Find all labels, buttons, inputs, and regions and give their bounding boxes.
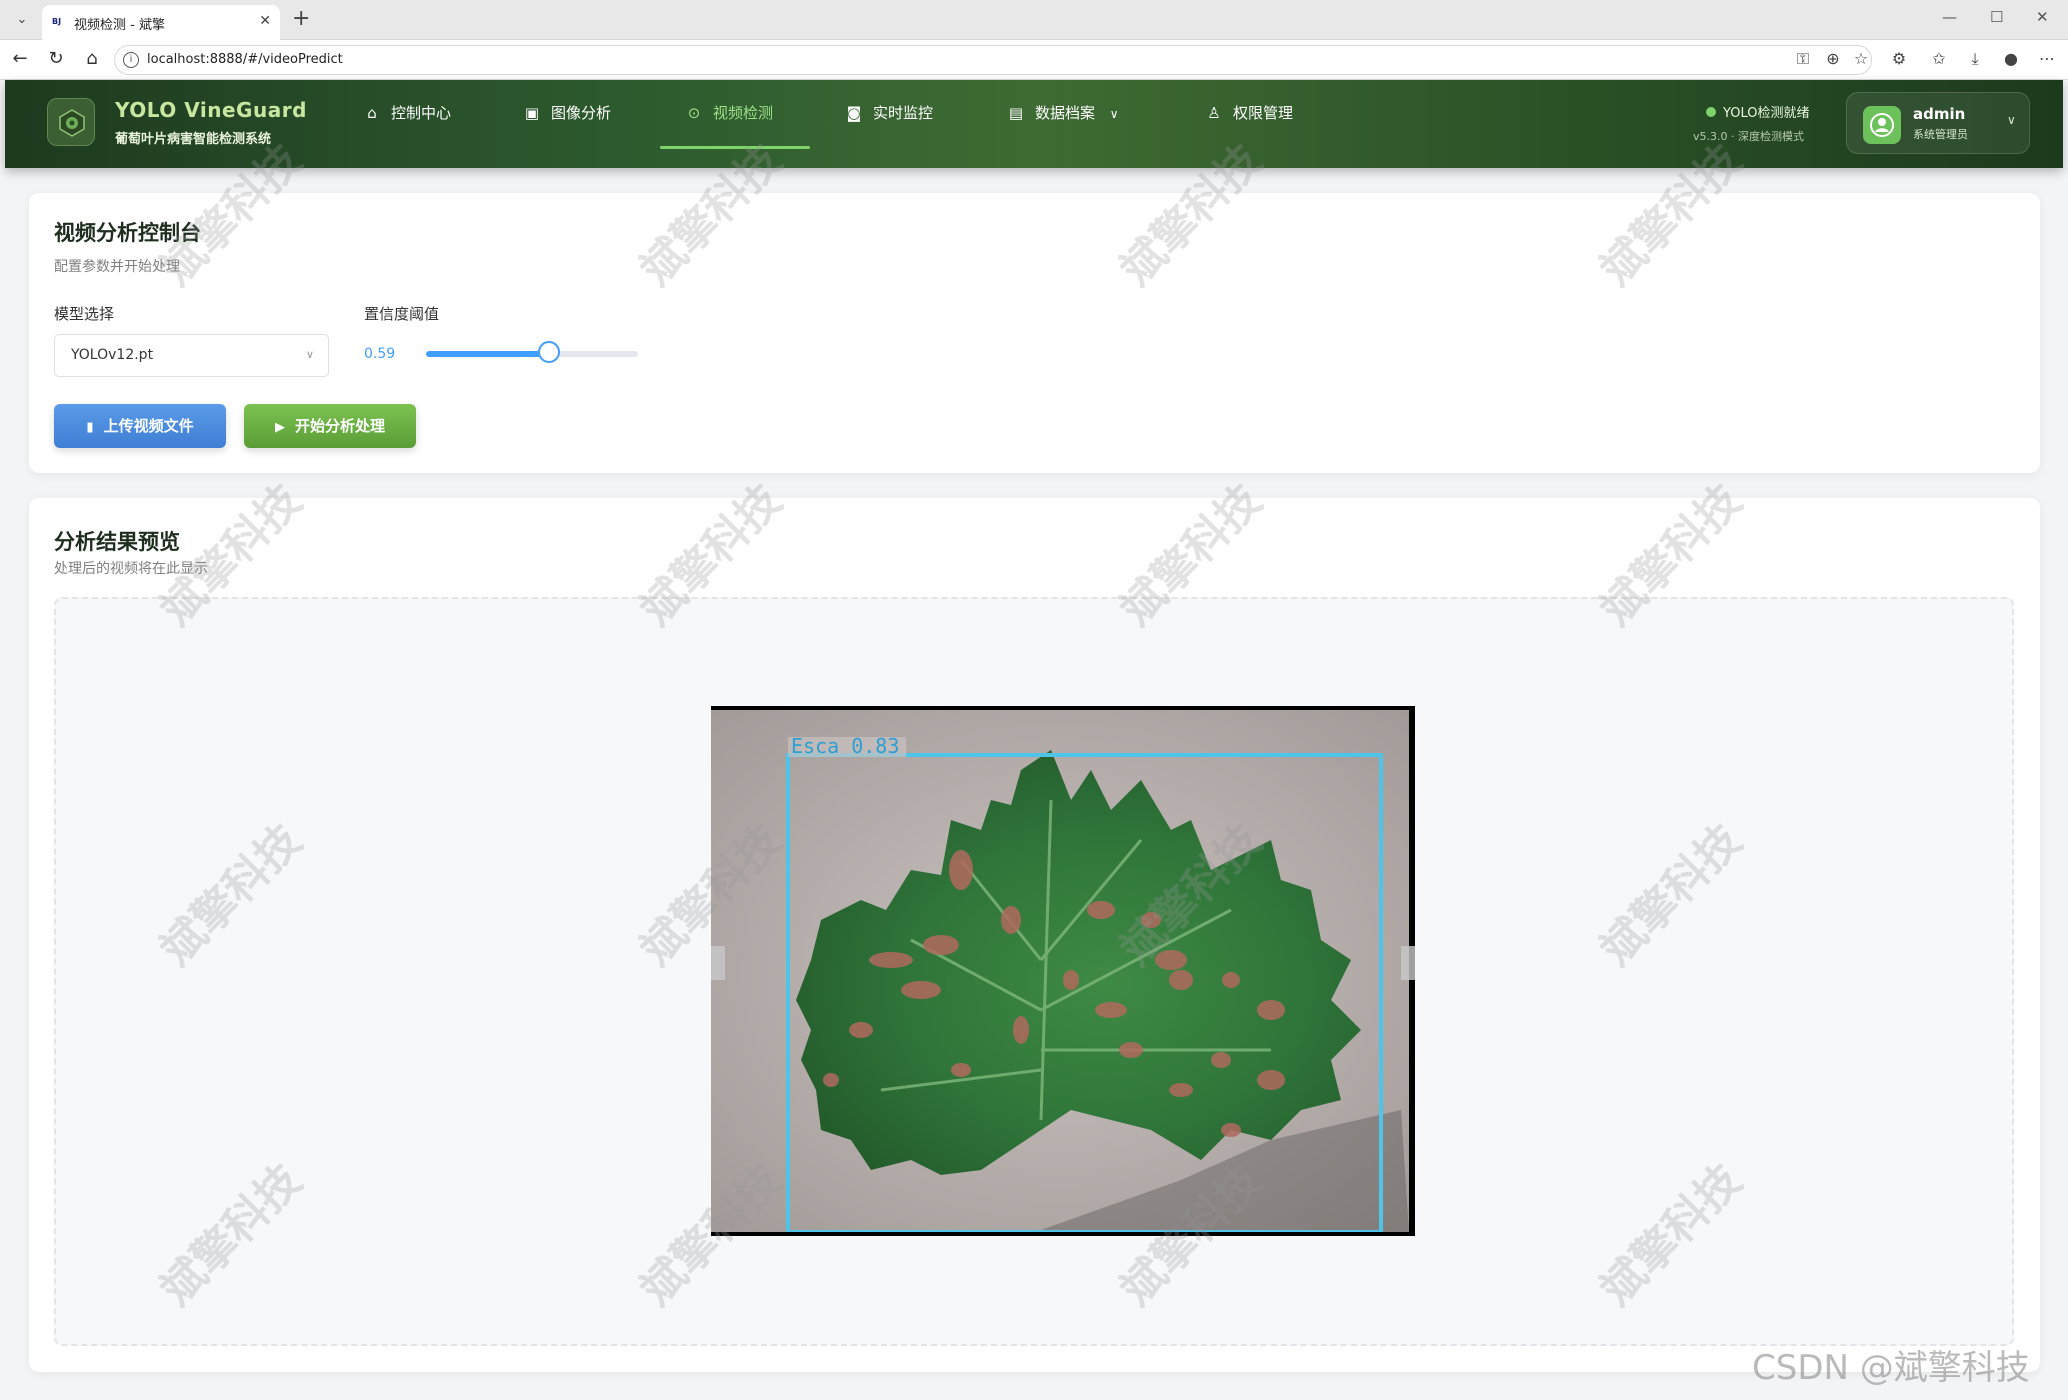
status-text: YOLO检测就绪	[1723, 106, 1810, 121]
extensions-icon[interactable]: ⚙	[1888, 49, 1910, 68]
video-player[interactable]: Esca 0.83	[711, 706, 1415, 1236]
detection-video-frame: Esca 0.83	[711, 710, 1409, 1232]
status-dot-icon	[1706, 107, 1716, 117]
brand-subtitle: 葡萄叶片病害智能检测系统	[115, 132, 272, 147]
start-analysis-label: 开始分析处理	[294, 417, 385, 435]
chevron-down-icon: ∨	[1109, 107, 1119, 121]
active-nav-indicator	[660, 146, 810, 149]
reload-icon[interactable]: ↻	[44, 48, 68, 69]
file-icon: ▮	[86, 420, 94, 435]
model-select-value: YOLOv12.pt	[71, 347, 154, 363]
upload-video-label: 上传视频文件	[103, 417, 194, 435]
model-select-label: 模型选择	[54, 305, 115, 323]
nav-dashboard-label: 控制中心	[391, 104, 452, 122]
document-icon: ▤	[1008, 104, 1024, 122]
confidence-slider-track[interactable]	[426, 351, 638, 357]
nav-image-analysis-label: 图像分析	[551, 104, 612, 122]
csdn-watermark: CSDN @斌擎科技	[1752, 1348, 2030, 1388]
status-version: v5.3.0 · 深度检测模式	[1693, 130, 1804, 143]
preview-subtitle: 处理后的视频将在此显示	[54, 561, 208, 577]
detection-label: Esca 0.83	[791, 734, 899, 758]
user-icon: ♙	[1207, 104, 1221, 122]
user-name: admin	[1913, 105, 1966, 123]
model-select[interactable]: YOLOv12.pt ∨	[54, 334, 329, 377]
leaf-logo-icon[interactable]	[47, 98, 95, 146]
image-icon: ▣	[524, 104, 540, 122]
new-tab-icon[interactable]: +	[292, 6, 310, 31]
nav-video-detection[interactable]: ⊙ 视频检测	[685, 102, 773, 148]
nav-permissions[interactable]: ♙ 权限管理	[1205, 102, 1293, 148]
nav-data-archive-label: 数据档案	[1035, 104, 1096, 122]
brand-title: YOLO VineGuard	[115, 98, 307, 122]
site-info-icon[interactable]: i	[123, 52, 139, 68]
favorite-star-icon[interactable]: ☆	[1850, 49, 1872, 68]
control-panel-title: 视频分析控制台	[54, 221, 201, 245]
address-bar-row: ← ↻ ⌂ i localhost:8888/#/videoPredict ⚿ …	[0, 40, 2068, 80]
play-circle-icon: ⊙	[687, 104, 701, 122]
favicon-icon: BJ	[52, 17, 62, 26]
preview-card: 分析结果预览 处理后的视频将在此显示 Esca 0.83	[29, 498, 2040, 1372]
zoom-icon[interactable]: ⊕	[1822, 49, 1844, 68]
video-control-left[interactable]	[711, 946, 725, 980]
url-field[interactable]: i localhost:8888/#/videoPredict	[114, 45, 1872, 75]
video-preview-area: Esca 0.83	[54, 597, 2014, 1346]
user-menu[interactable]: admin 系统管理员 ∨	[1846, 92, 2030, 154]
browser-tab-bar: ⌄ BJ 视频检测 - 斌擎 ✕ + — ☐ ✕	[0, 0, 2068, 40]
confidence-slider-handle[interactable]	[538, 341, 560, 363]
tab-title: 视频检测 - 斌擎	[74, 18, 165, 33]
confidence-label: 置信度阈值	[364, 305, 440, 323]
tab-list-icon[interactable]: ⌄	[10, 8, 34, 32]
home-browser-icon[interactable]: ⌂	[80, 48, 104, 69]
control-panel-card: 视频分析控制台 配置参数并开始处理 模型选择 YOLOv12.pt ∨ 置信度阈…	[29, 193, 2040, 473]
close-tab-icon[interactable]: ✕	[259, 13, 271, 29]
user-role: 系统管理员	[1913, 128, 1968, 141]
back-icon[interactable]: ←	[8, 48, 32, 69]
favorites-icon[interactable]: ✩	[1928, 49, 1950, 68]
maximize-icon[interactable]: ☐	[1990, 8, 2003, 26]
chevron-down-icon: ∨	[305, 348, 314, 361]
key-icon[interactable]: ⚿	[1792, 49, 1814, 69]
preview-title: 分析结果预览	[54, 530, 180, 554]
home-icon: ⌂	[367, 104, 377, 122]
upload-video-button[interactable]: ▮ 上传视频文件	[54, 404, 226, 448]
avatar	[1863, 106, 1901, 144]
play-icon: ▶	[274, 420, 285, 435]
confidence-value: 0.59	[364, 346, 396, 362]
chevron-down-icon: ∨	[2007, 113, 2016, 127]
minimize-icon[interactable]: —	[1942, 8, 1957, 26]
control-panel-subtitle: 配置参数并开始处理	[54, 259, 180, 275]
nav-realtime-monitor-label: 实时监控	[873, 104, 934, 122]
nav-video-detection-label: 视频检测	[713, 104, 774, 122]
nav-image-analysis[interactable]: ▣ 图像分析	[523, 102, 611, 148]
confidence-slider-fill	[426, 351, 549, 357]
profile-icon[interactable]: ●	[2000, 49, 2022, 68]
app-header: YOLO VineGuard 葡萄叶片病害智能检测系统 ⌂ 控制中心 ▣ 图像分析 …	[5, 80, 2063, 168]
close-window-icon[interactable]: ✕	[2036, 8, 2049, 26]
start-analysis-button[interactable]: ▶ 开始分析处理	[244, 404, 416, 448]
nav-permissions-label: 权限管理	[1233, 104, 1294, 122]
download-icon[interactable]: ⤓	[1964, 49, 1986, 69]
nav-data-archive[interactable]: ▤ 数据档案 ∨	[1007, 102, 1119, 148]
video-control-right[interactable]	[1401, 946, 1415, 980]
camera-icon: ◙	[846, 104, 862, 122]
nav-dashboard[interactable]: ⌂ 控制中心	[363, 102, 451, 148]
url-text[interactable]: localhost:8888/#/videoPredict	[147, 52, 343, 67]
more-icon[interactable]: ⋯	[2036, 49, 2058, 68]
nav-realtime-monitor[interactable]: ◙ 实时监控	[845, 102, 933, 148]
browser-tab[interactable]: BJ 视频检测 - 斌擎 ✕	[42, 5, 280, 40]
